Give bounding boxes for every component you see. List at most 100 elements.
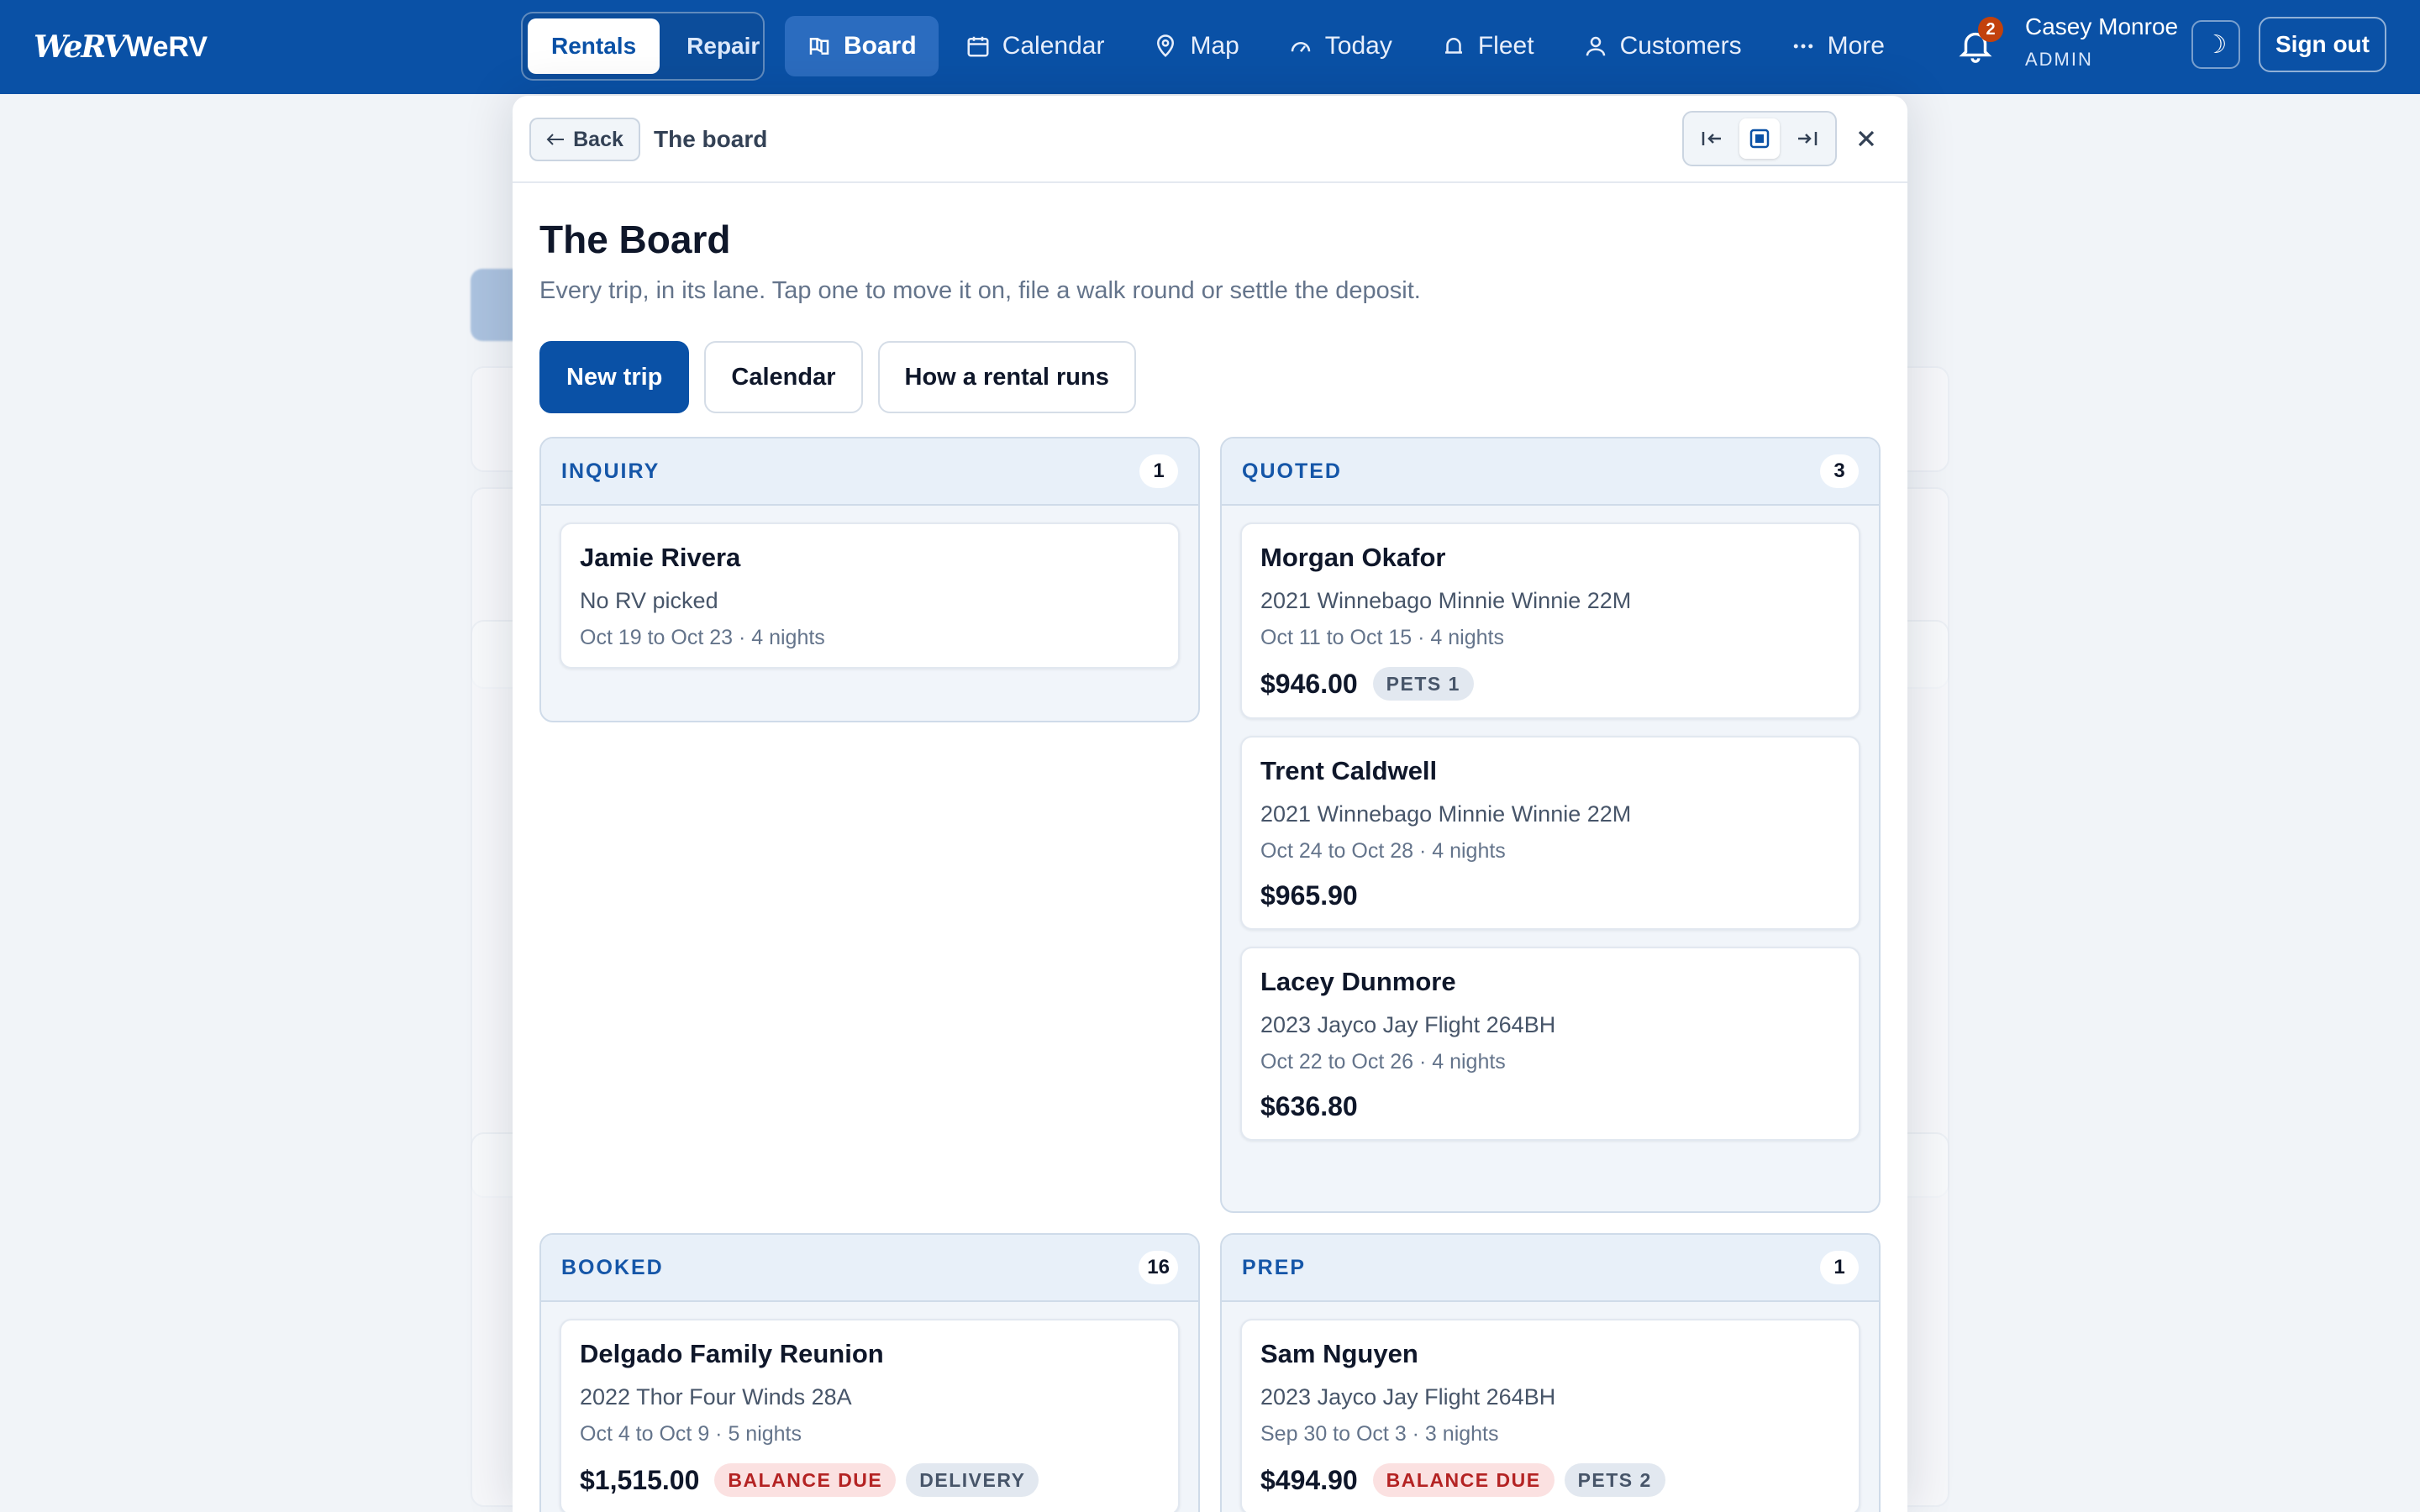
lane-booked: BOOKED 16 Delgado Family Reunion 2022 Th… bbox=[539, 1233, 1200, 1512]
panel-actions: New trip Calendar How a rental runs bbox=[539, 341, 1136, 413]
lane-inquiry: INQUIRY 1 Jamie Rivera No RV picked Oct … bbox=[539, 437, 1200, 722]
board-icon bbox=[809, 38, 829, 55]
breadcrumb: The board bbox=[654, 126, 768, 152]
close-icon bbox=[1858, 130, 1875, 147]
trip-rv: 2021 Winnebago Minnie Winnie 22M bbox=[1260, 801, 1632, 827]
trip-customer-name: Morgan Okafor bbox=[1260, 543, 1446, 572]
trip-card[interactable]: Sam Nguyen 2023 Jayco Jay Flight 264BH S… bbox=[1240, 1319, 1860, 1512]
dock-right-button[interactable] bbox=[1786, 118, 1827, 159]
back-button[interactable]: Back bbox=[529, 118, 640, 161]
lane-name: INQUIRY bbox=[561, 459, 660, 483]
close-button[interactable] bbox=[1845, 118, 1887, 160]
trip-card[interactable]: Trent Caldwell 2021 Winnebago Minnie Win… bbox=[1240, 736, 1860, 930]
trip-dates: Oct 19 to Oct 23 · 4 nights bbox=[580, 626, 825, 649]
pets-tag: PETS 1 bbox=[1372, 667, 1474, 701]
nav-map[interactable]: Map bbox=[1131, 16, 1260, 76]
dock-left-icon bbox=[1702, 132, 1721, 145]
trip-customer-name: Sam Nguyen bbox=[1260, 1339, 1418, 1368]
rv-icon bbox=[1444, 38, 1462, 54]
notification-count-badge: 2 bbox=[1978, 17, 2003, 42]
mode-repair-button[interactable]: Repair bbox=[663, 18, 783, 74]
panel-header: Back The board bbox=[513, 96, 1907, 183]
delivery-tag: DELIVERY bbox=[906, 1463, 1039, 1497]
trip-dates: Oct 11 to Oct 15 · 4 nights bbox=[1260, 626, 1504, 649]
arrow-left-icon bbox=[546, 134, 565, 145]
trip-customer-name: Lacey Dunmore bbox=[1260, 967, 1456, 996]
lane-prep: PREP 1 Sam Nguyen 2023 Jayco Jay Flight … bbox=[1220, 1233, 1881, 1512]
nav-today[interactable]: Today bbox=[1266, 16, 1414, 76]
lane-header: BOOKED 16 bbox=[541, 1235, 1198, 1302]
theme-toggle-button[interactable]: ☽ bbox=[2191, 20, 2240, 69]
trip-rv: 2021 Winnebago Minnie Winnie 22M bbox=[1260, 588, 1632, 613]
dock-center-button[interactable] bbox=[1739, 118, 1780, 159]
user-role: ADMIN bbox=[2025, 49, 2093, 70]
trip-card[interactable]: Jamie Rivera No RV picked Oct 19 to Oct … bbox=[560, 522, 1180, 669]
back-label: Back bbox=[573, 127, 623, 151]
new-trip-button[interactable]: New trip bbox=[539, 341, 690, 413]
nav-calendar-label: Calendar bbox=[1002, 32, 1105, 60]
trip-card[interactable]: Delgado Family Reunion 2022 Thor Four Wi… bbox=[560, 1319, 1180, 1512]
dock-left-button[interactable] bbox=[1692, 118, 1733, 159]
balance-due-tag: BALANCE DUE bbox=[714, 1463, 897, 1497]
brand[interactable]: WeRV WeRV bbox=[34, 25, 208, 69]
panel-view-toggle bbox=[1682, 111, 1837, 166]
trip-customer-name: Trent Caldwell bbox=[1260, 756, 1438, 785]
nav-customers[interactable]: Customers bbox=[1561, 16, 1764, 76]
trip-price: $494.90 bbox=[1260, 1464, 1358, 1495]
trip-card[interactable]: Lacey Dunmore 2023 Jayco Jay Flight 264B… bbox=[1240, 947, 1860, 1141]
moon-icon: ☽ bbox=[2204, 30, 2228, 59]
page-description: Every trip, in its lane. Tap one to move… bbox=[539, 277, 1421, 304]
user-name: Casey Monroe bbox=[2025, 13, 2179, 39]
lane-name: PREP bbox=[1242, 1255, 1307, 1279]
person-icon bbox=[1586, 36, 1605, 56]
trip-price: $636.80 bbox=[1260, 1091, 1358, 1121]
gauge-icon bbox=[1291, 42, 1311, 53]
main-nav: Board Calendar Map Today Fleet Customers… bbox=[785, 15, 1907, 77]
nav-board[interactable]: Board bbox=[785, 16, 939, 76]
nav-map-label: Map bbox=[1190, 32, 1239, 60]
lane-quoted: QUOTED 3 Morgan Okafor 2021 Winnebago Mi… bbox=[1220, 437, 1881, 1213]
balance-due-tag: BALANCE DUE bbox=[1372, 1463, 1555, 1497]
nav-more[interactable]: More bbox=[1769, 16, 1907, 76]
trip-customer-name: Delgado Family Reunion bbox=[580, 1339, 884, 1368]
brand-logo: WeRV bbox=[34, 29, 127, 65]
map-pin-icon bbox=[1157, 34, 1175, 57]
brand-name: WeRV bbox=[126, 30, 208, 63]
nav-more-label: More bbox=[1827, 32, 1885, 60]
trip-rv: 2022 Thor Four Winds 28A bbox=[580, 1384, 852, 1410]
trip-price: $1,515.00 bbox=[580, 1464, 700, 1495]
trip-price: $946.00 bbox=[1260, 668, 1358, 699]
nav-board-label: Board bbox=[844, 32, 917, 60]
lane-header: INQUIRY 1 bbox=[541, 438, 1198, 506]
calendar-button[interactable]: Calendar bbox=[704, 341, 863, 413]
trip-price: $965.90 bbox=[1260, 880, 1358, 911]
nav-fleet[interactable]: Fleet bbox=[1419, 16, 1556, 76]
mode-rentals-button[interactable]: Rentals bbox=[528, 18, 660, 74]
how-a-rental-runs-button[interactable]: How a rental runs bbox=[877, 341, 1136, 413]
user-info[interactable]: Casey Monroe ADMIN bbox=[2025, 15, 2178, 69]
lane-header: PREP 1 bbox=[1222, 1235, 1879, 1302]
board-panel: Back The board The Board Every trip, in … bbox=[513, 96, 1907, 1512]
nav-customers-label: Customers bbox=[1619, 32, 1742, 60]
trip-rv: 2023 Jayco Jay Flight 264BH bbox=[1260, 1012, 1556, 1037]
trip-dates: Oct 22 to Oct 26 · 4 nights bbox=[1260, 1050, 1506, 1074]
dock-right-icon bbox=[1798, 132, 1818, 145]
trip-dates: Oct 4 to Oct 9 · 5 nights bbox=[580, 1422, 802, 1446]
lane-count-badge: 16 bbox=[1139, 1251, 1178, 1284]
pets-tag: PETS 2 bbox=[1564, 1463, 1665, 1497]
trip-dates: Sep 30 to Oct 3 · 3 nights bbox=[1260, 1422, 1499, 1446]
nav-fleet-label: Fleet bbox=[1477, 32, 1534, 60]
page-title: The Board bbox=[539, 218, 731, 261]
trip-dates: Oct 24 to Oct 28 · 4 nights bbox=[1260, 839, 1506, 863]
calendar-icon bbox=[967, 36, 989, 57]
lane-name: QUOTED bbox=[1242, 459, 1342, 483]
nav-calendar[interactable]: Calendar bbox=[944, 16, 1127, 76]
lane-count-badge: 1 bbox=[1820, 1251, 1859, 1284]
lane-header: QUOTED 3 bbox=[1222, 438, 1879, 506]
sign-out-button[interactable]: Sign out bbox=[2259, 17, 2386, 72]
top-navigation-bar: WeRV WeRV Rentals Repair Board Calendar … bbox=[0, 0, 2420, 94]
dock-center-icon bbox=[1749, 129, 1770, 149]
trip-rv: 2023 Jayco Jay Flight 264BH bbox=[1260, 1384, 1556, 1410]
trip-card[interactable]: Morgan Okafor 2021 Winnebago Minnie Winn… bbox=[1240, 522, 1860, 719]
nav-today-label: Today bbox=[1324, 32, 1392, 60]
